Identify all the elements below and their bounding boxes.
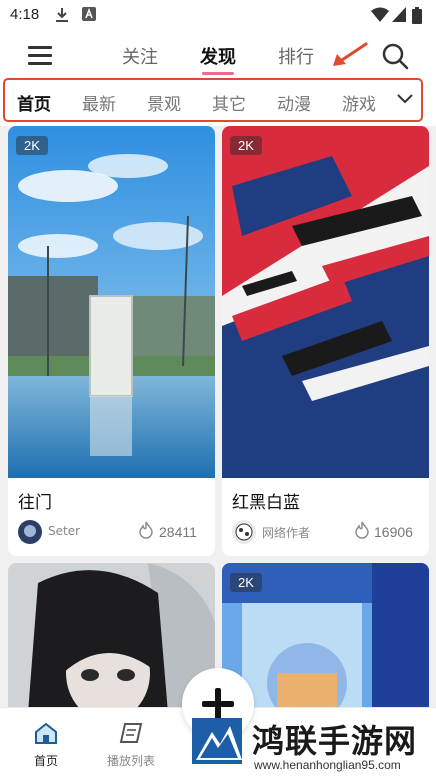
category-bar: 首页 最新 景观 其它 动漫 游戏 xyxy=(0,78,436,126)
home-icon xyxy=(35,722,57,744)
author-name: Seter xyxy=(48,524,81,538)
bottom-nav-playlist-label: 播放列表 xyxy=(106,754,155,768)
author-avatar xyxy=(232,520,256,544)
author-avatar xyxy=(18,520,42,544)
watermark-name: 鸿联手游网 xyxy=(252,722,418,760)
category-games[interactable]: 游戏 xyxy=(342,90,376,115)
tab-follow[interactable]: 关注 xyxy=(122,43,158,69)
like-count: 28411 xyxy=(159,524,197,540)
wallpaper-card[interactable]: 2K 往门 Seter 28411 xyxy=(8,126,215,556)
status-bar: 4:18 xyxy=(0,0,436,32)
wallpaper-card[interactable]: 2K 红黑白蓝 网络作者 16906 xyxy=(222,126,429,556)
search-icon[interactable] xyxy=(381,42,409,70)
watermark-logo-icon xyxy=(192,718,242,764)
battery-icon xyxy=(412,7,422,24)
active-tab-indicator xyxy=(202,72,234,75)
card-title: 红黑白蓝 xyxy=(232,493,300,513)
watermark: 鸿联手游网 www.henanhonglian95.com xyxy=(190,712,436,776)
download-icon xyxy=(56,8,68,22)
fire-icon xyxy=(355,521,369,539)
wallpaper-image xyxy=(222,126,429,478)
wifi-icon xyxy=(371,7,389,22)
bottom-nav-home-label: 首页 xyxy=(33,754,58,768)
like-count: 16906 xyxy=(374,524,413,540)
annotation-arrow-icon xyxy=(333,42,368,66)
category-latest[interactable]: 最新 xyxy=(82,90,116,115)
category-other[interactable]: 其它 xyxy=(212,90,246,115)
tab-discover[interactable]: 发现 xyxy=(200,43,236,69)
top-nav: 关注 发现 排行 xyxy=(0,32,436,78)
resolution-badge: 2K xyxy=(230,136,262,155)
resolution-badge: 2K xyxy=(230,573,262,592)
category-home[interactable]: 首页 xyxy=(17,90,51,115)
wallpaper-image xyxy=(8,126,215,478)
bottom-nav-playlist[interactable]: 播放列表 xyxy=(100,722,162,769)
status-time: 4:18 xyxy=(10,6,40,23)
menu-icon[interactable] xyxy=(28,44,54,66)
bottom-nav-home[interactable]: 首页 xyxy=(26,722,66,769)
category-scenery[interactable]: 景观 xyxy=(147,90,181,115)
playlist-icon xyxy=(119,723,143,743)
resolution-badge: 2K xyxy=(16,136,48,155)
card-title: 往门 xyxy=(18,493,52,513)
notification-a-icon xyxy=(82,7,96,21)
tab-ranking[interactable]: 排行 xyxy=(278,43,314,69)
chevron-down-icon[interactable] xyxy=(396,92,414,106)
author-name: 网络作者 xyxy=(262,526,311,540)
fire-icon xyxy=(139,521,153,539)
signal-icon xyxy=(392,7,406,22)
watermark-url: www.henanhonglian95.com xyxy=(254,758,401,772)
category-anime[interactable]: 动漫 xyxy=(277,90,311,115)
wallpaper-card[interactable]: 2K xyxy=(222,563,429,713)
